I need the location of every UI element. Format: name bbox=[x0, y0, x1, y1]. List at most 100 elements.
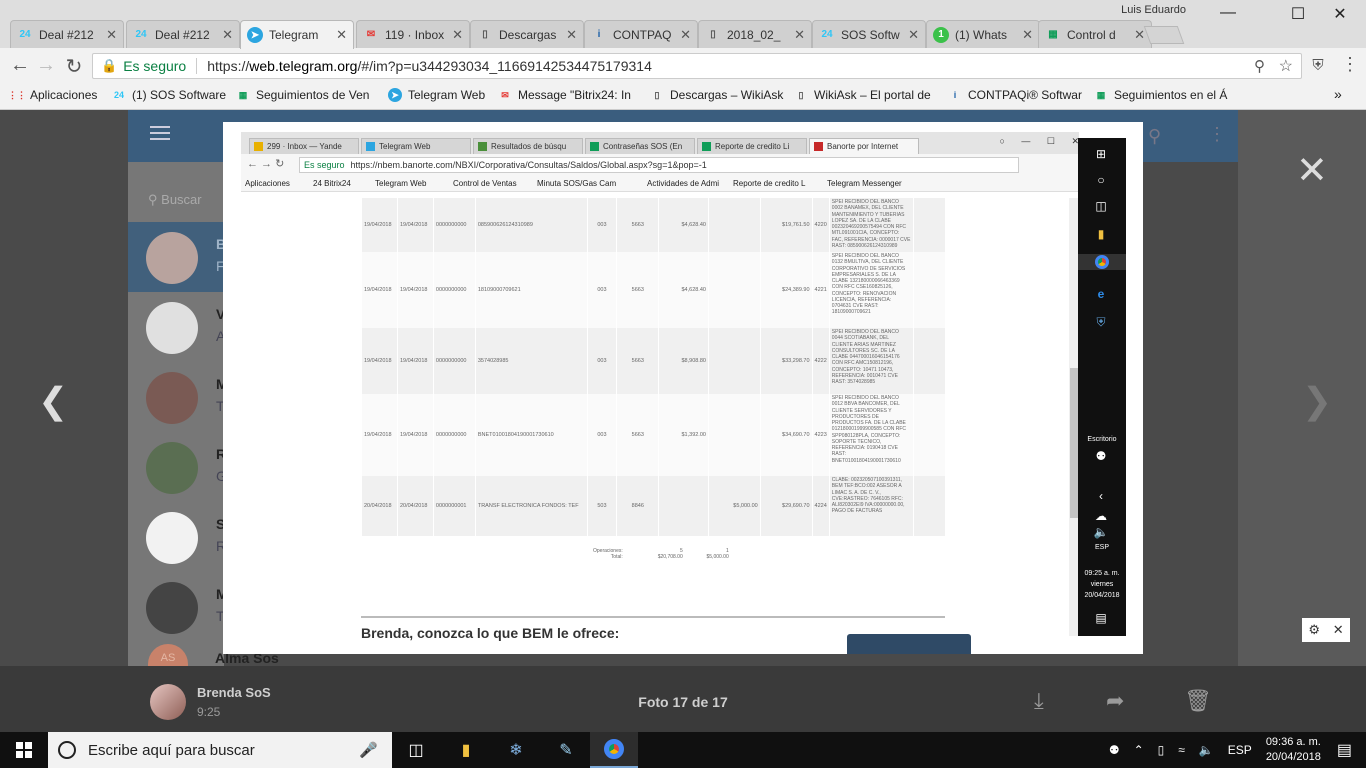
browser-tab[interactable]: ✉ 119 · Inbox ✕ bbox=[356, 20, 470, 48]
back-icon[interactable]: ← bbox=[8, 54, 32, 77]
microphone-icon[interactable]: 🎤 bbox=[359, 741, 378, 759]
tab-close-icon[interactable]: ✕ bbox=[1134, 27, 1145, 43]
notes-app-icon[interactable]: ✎ bbox=[542, 732, 590, 768]
bookmark-item[interactable]: ▯ WikiAsk – El portal de bbox=[794, 88, 940, 102]
address-bar[interactable]: 🔒 Es seguro https://web.telegram.org/#/i… bbox=[92, 53, 1302, 79]
browser-tab[interactable]: 24 Deal #212 ✕ bbox=[126, 20, 240, 48]
battery-icon[interactable]: ▯ bbox=[1158, 743, 1165, 757]
tab-close-icon[interactable]: ✕ bbox=[908, 27, 919, 43]
minimize-icon[interactable]: — bbox=[1208, 4, 1248, 22]
bookmark-label: CONTPAQi® Softwar bbox=[968, 88, 1082, 102]
next-photo-icon[interactable]: ❯ bbox=[1302, 380, 1332, 422]
taskbar-search-input[interactable]: Escribe aquí para buscar 🎤 bbox=[48, 732, 392, 768]
value-date: 19/04/2018 bbox=[396, 394, 434, 476]
tab-close-icon[interactable]: ✕ bbox=[106, 27, 117, 43]
tab-close-icon[interactable]: ✕ bbox=[794, 27, 805, 43]
cortana-icon: ○ bbox=[1097, 173, 1105, 187]
bookmark-item[interactable]: ▯ Descargas – WikiAsk bbox=[650, 88, 786, 102]
chevron-up-icon[interactable]: ⌃ bbox=[1134, 743, 1144, 757]
tab-close-icon[interactable]: ✕ bbox=[222, 27, 233, 43]
extension-shield-icon[interactable]: ⛨ bbox=[1306, 57, 1330, 74]
taskbar-clock[interactable]: 09:36 a. m. 20/04/2018 bbox=[1266, 735, 1321, 765]
people-icon[interactable]: ⚉ bbox=[1109, 743, 1120, 757]
reload-icon[interactable]: ↻ bbox=[62, 54, 86, 79]
file-explorer-icon[interactable]: ▮ bbox=[442, 732, 490, 768]
zoom-icon[interactable]: ⚲ bbox=[1254, 57, 1265, 75]
bookmark-item[interactable]: ▦ Seguimientos en el Á bbox=[1094, 88, 1234, 102]
operation-date: 19/04/2018 bbox=[361, 394, 398, 476]
tab-close-icon[interactable]: ✕ bbox=[452, 27, 463, 43]
maximize-icon[interactable]: ☐ bbox=[1278, 4, 1318, 24]
language-indicator[interactable]: ESP bbox=[1228, 743, 1252, 757]
photo-browser-tab: Banorte por Internet bbox=[809, 138, 919, 154]
operation-date: 19/04/2018 bbox=[361, 252, 398, 328]
previous-photo-icon[interactable]: ❮ bbox=[38, 380, 68, 422]
windows-start-icon[interactable] bbox=[0, 732, 48, 768]
tab-close-icon[interactable]: ✕ bbox=[1022, 27, 1033, 43]
bookmark-item[interactable]: i CONTPAQi® Softwar bbox=[948, 88, 1088, 102]
forward-icon[interactable]: ➦ bbox=[1106, 688, 1124, 714]
desktop-label: Escritorio bbox=[1087, 436, 1117, 443]
branch: 503 bbox=[586, 476, 617, 536]
download-icon[interactable]: ⤓ bbox=[1034, 688, 1044, 714]
chat-list-item[interactable]: RG bbox=[128, 432, 227, 502]
browser-tab[interactable]: 24 SOS Softw ✕ bbox=[812, 20, 926, 48]
volume-icon[interactable]: 🔈 bbox=[1199, 743, 1214, 757]
tab-close-icon[interactable]: ✕ bbox=[566, 27, 577, 43]
bookmark-label: Aplicaciones bbox=[30, 88, 98, 102]
browser-tab[interactable]: ▦ Control d ✕ bbox=[1038, 20, 1152, 48]
wifi-icon[interactable]: ≈ bbox=[1178, 743, 1185, 757]
header-search-icon[interactable]: ⚲ bbox=[1148, 126, 1161, 147]
chat-list-item[interactable]: BF bbox=[128, 222, 226, 292]
browser-tab[interactable]: 1 (1) Whats ✕ bbox=[926, 20, 1040, 48]
chrome-menu-icon[interactable]: ⋮ bbox=[1338, 54, 1362, 75]
profile-name[interactable]: Luis Eduardo bbox=[1121, 4, 1186, 16]
browser-tab[interactable]: ▯ Descargas ✕ bbox=[470, 20, 584, 48]
action-center-icon[interactable]: ▤ bbox=[1337, 740, 1352, 760]
photo-windows-taskbar: ⊞ ○ ◫ ▮ e ⛨ Escritorio ⚉ ‹ ☁ 🔈 ESP 09:25… bbox=[1078, 138, 1126, 636]
bookmark-star-icon[interactable]: ☆ bbox=[1279, 56, 1293, 76]
bookmark-item[interactable]: ▦ Seguimientos de Ven bbox=[236, 88, 382, 102]
bookmark-item[interactable]: ➤ Telegram Web bbox=[388, 88, 494, 102]
bookmarks-overflow-button[interactable]: » bbox=[1334, 86, 1342, 102]
chat-list-item[interactable]: VA bbox=[128, 292, 225, 362]
trash-icon[interactable]: 🗑 bbox=[1184, 688, 1212, 714]
network-app-icon[interactable]: ❄ bbox=[492, 732, 540, 768]
photo-bookmark-label: Telegram Messenger bbox=[827, 179, 902, 188]
photo-browser-tab: Resultados de búsqu bbox=[473, 138, 583, 154]
new-tab-button[interactable] bbox=[1143, 26, 1185, 44]
tab-close-icon[interactable]: ✕ bbox=[680, 27, 691, 43]
photo-tab-title: Reporte de credito Li bbox=[715, 142, 790, 151]
task-view-icon[interactable]: ◫ bbox=[392, 732, 440, 768]
hamburger-menu-icon[interactable] bbox=[150, 126, 170, 128]
photo-bookmark-item: Telegram Messenger bbox=[827, 179, 902, 188]
bookmark-item[interactable]: 24 (1) SOS Software bbox=[112, 88, 232, 102]
forward-icon[interactable]: → bbox=[34, 54, 58, 77]
chat-list-item[interactable]: MT bbox=[128, 572, 228, 642]
page-icon: ▯ bbox=[654, 89, 660, 100]
header-more-icon[interactable]: ⋮ bbox=[1208, 124, 1226, 145]
value-date: 19/04/2018 bbox=[396, 328, 434, 394]
chat-list-item[interactable]: MT bbox=[128, 362, 228, 432]
windows-logo-icon: ⊞ bbox=[1095, 147, 1107, 161]
avatar bbox=[146, 582, 198, 634]
browser-tab[interactable]: 24 Deal #212 ✕ bbox=[10, 20, 124, 48]
balance: $34,690.70 bbox=[759, 394, 813, 476]
url-text[interactable]: https://web.telegram.org/#/im?p=u3442930… bbox=[207, 58, 652, 74]
chrome-taskbar-icon[interactable] bbox=[590, 732, 638, 768]
bookmark-item[interactable]: ✉ Message "Bitrix24: In bbox=[498, 88, 644, 102]
browser-tab[interactable]: i CONTPAQ ✕ bbox=[584, 20, 698, 48]
chat-list-item[interactable]: SR bbox=[128, 502, 226, 572]
close-window-icon[interactable]: ✕ bbox=[1320, 4, 1360, 24]
close-icon[interactable]: ✕ bbox=[1333, 622, 1344, 638]
sheets-icon: ▦ bbox=[238, 89, 248, 100]
bookmark-item[interactable]: ⋮⋮ Aplicaciones bbox=[10, 88, 110, 102]
close-viewer-icon[interactable]: ✕ bbox=[1296, 148, 1328, 193]
telegram-search-input[interactable]: ⚲ Buscar bbox=[148, 192, 202, 208]
gear-icon[interactable]: ⚙ bbox=[1308, 622, 1320, 638]
browser-tab[interactable]: ➤ Telegram ✕ bbox=[240, 20, 354, 49]
browser-tab[interactable]: ▯ 2018_02_ ✕ bbox=[698, 20, 812, 48]
reference: 0000000000 bbox=[432, 252, 476, 328]
tab-close-icon[interactable]: ✕ bbox=[336, 27, 347, 43]
bookmark-label: Telegram Web bbox=[408, 88, 486, 102]
